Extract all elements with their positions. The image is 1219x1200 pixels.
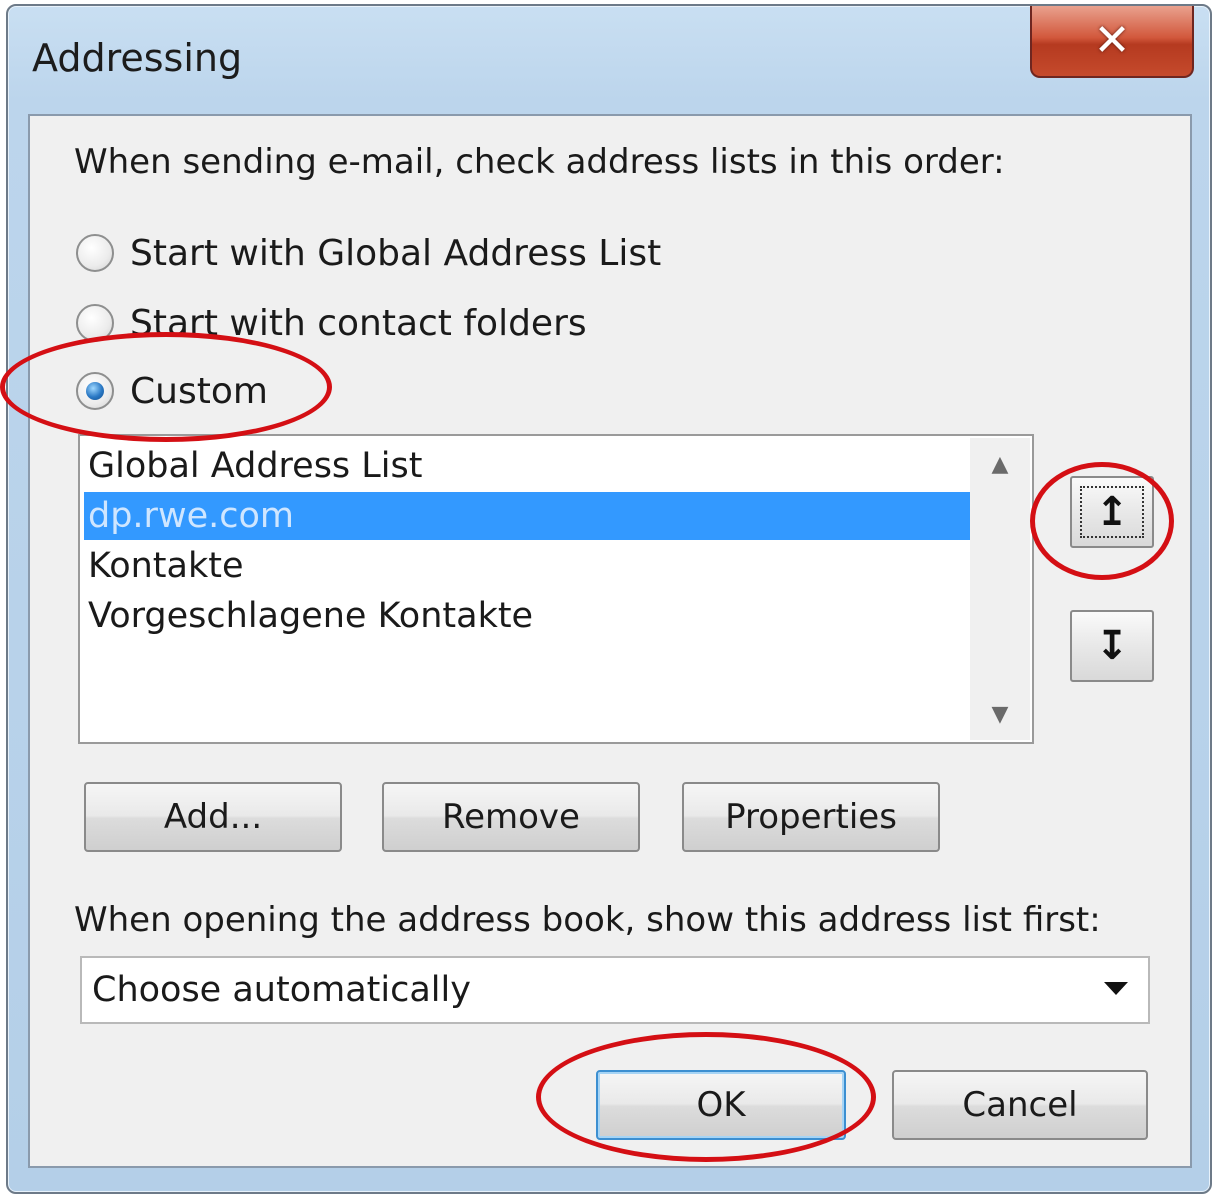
dialog-client-area: When sending e-mail, check address lists…	[28, 114, 1192, 1168]
focus-rectangle: ↥	[1080, 486, 1144, 538]
order-prompt: When sending e-mail, check address lists…	[74, 142, 1005, 182]
chevron-down-icon[interactable]	[1104, 982, 1128, 995]
list-item[interactable]: Kontakte	[84, 542, 970, 590]
dialog-title: Addressing	[32, 36, 243, 80]
radio-button-checked[interactable]	[76, 372, 114, 410]
move-down-icon: ↧	[1095, 623, 1129, 669]
properties-button[interactable]: Properties	[682, 782, 940, 852]
ok-button[interactable]: OK	[596, 1070, 846, 1140]
list-item[interactable]: Vorgeschlagene Kontakte	[84, 592, 970, 640]
add-button[interactable]: Add...	[84, 782, 342, 852]
radio-label: Start with contact folders	[130, 302, 587, 344]
close-button[interactable]: ✕	[1030, 6, 1194, 78]
remove-button[interactable]: Remove	[382, 782, 640, 852]
move-down-button[interactable]: ↧	[1070, 610, 1154, 682]
radio-global-address-list[interactable]: Start with Global Address List	[76, 230, 661, 276]
radio-button[interactable]	[76, 234, 114, 272]
radio-label: Start with Global Address List	[130, 232, 662, 274]
address-book-prompt: When opening the address book, show this…	[74, 900, 1101, 940]
cancel-button[interactable]: Cancel	[892, 1070, 1148, 1140]
address-book-dropdown[interactable]: Choose automatically	[80, 956, 1150, 1024]
radio-contact-folders[interactable]: Start with contact folders	[76, 300, 587, 346]
radio-label: Custom	[130, 370, 268, 412]
list-item[interactable]: Global Address List	[84, 442, 970, 490]
list-item-selected[interactable]: dp.rwe.com	[84, 492, 970, 540]
list-scrollbar[interactable]: ▲ ▼	[970, 438, 1030, 740]
scroll-down-icon[interactable]: ▼	[970, 694, 1030, 734]
radio-custom[interactable]: Custom	[76, 368, 268, 414]
move-up-button[interactable]: ↥	[1070, 476, 1154, 548]
dropdown-value: Choose automatically	[92, 970, 471, 1010]
address-list-listbox[interactable]: Global Address List dp.rwe.com Kontakte …	[78, 434, 1034, 744]
move-up-icon: ↥	[1095, 489, 1129, 535]
close-icon: ✕	[1093, 15, 1131, 66]
scroll-up-icon[interactable]: ▲	[970, 444, 1030, 484]
radio-button[interactable]	[76, 304, 114, 342]
addressing-dialog: Addressing ✕ When sending e-mail, check …	[6, 4, 1212, 1194]
